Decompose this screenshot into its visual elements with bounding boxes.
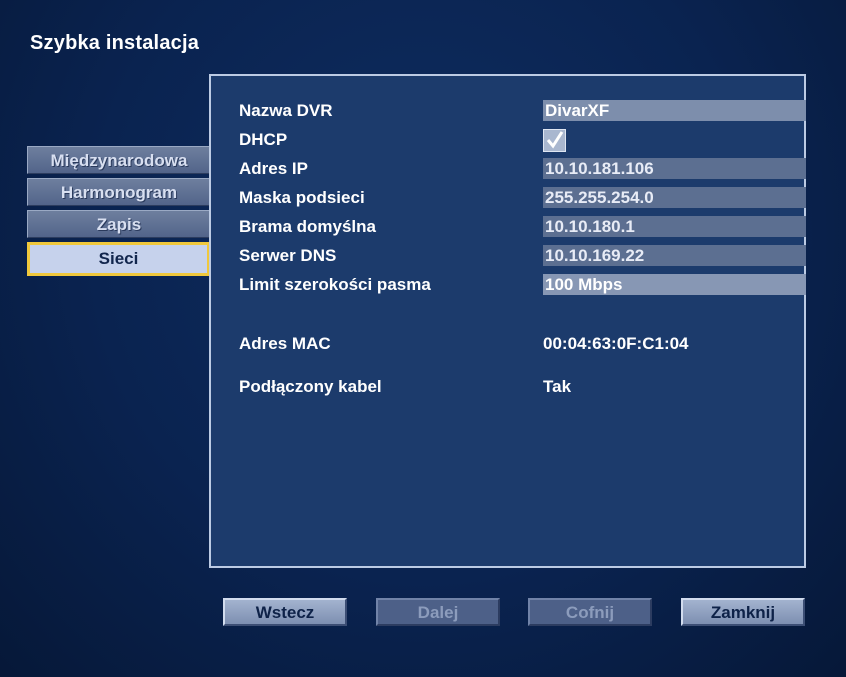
subnet-mask-label: Maska podsieci bbox=[239, 188, 365, 207]
gateway-field[interactable]: 10.10.180.1 bbox=[543, 216, 806, 237]
bandwidth-limit-label: Limit szerokości pasma bbox=[239, 275, 431, 294]
next-button[interactable]: Dalej bbox=[376, 598, 500, 626]
dvr-name-label: Nazwa DVR bbox=[239, 101, 333, 120]
gateway-label: Brama domyślna bbox=[239, 217, 376, 236]
ip-address-row: Adres IP 10.10.181.106 bbox=[239, 158, 806, 180]
dhcp-row: DHCP bbox=[239, 129, 784, 152]
sidebar-item-international[interactable]: Międzynarodowa bbox=[27, 146, 210, 174]
sidebar-item-network[interactable]: Sieci bbox=[27, 242, 210, 276]
dns-server-label: Serwer DNS bbox=[239, 246, 337, 265]
sidebar-item-schedule[interactable]: Harmonogram bbox=[27, 178, 210, 206]
mac-address-value: 00:04:63:0F:C1:04 bbox=[543, 334, 689, 353]
ip-address-field[interactable]: 10.10.181.106 bbox=[543, 158, 806, 179]
dns-server-row: Serwer DNS 10.10.169.22 bbox=[239, 245, 806, 267]
subnet-mask-field[interactable]: 255.255.254.0 bbox=[543, 187, 806, 208]
dvr-name-field[interactable]: DivarXF bbox=[543, 100, 806, 121]
sidebar-menu: Międzynarodowa Harmonogram Zapis Sieci bbox=[27, 146, 210, 280]
cable-connected-label: Podłączony kabel bbox=[239, 377, 382, 396]
dhcp-label: DHCP bbox=[239, 130, 288, 149]
subnet-mask-row: Maska podsieci 255.255.254.0 bbox=[239, 187, 806, 209]
gateway-row: Brama domyślna 10.10.180.1 bbox=[239, 216, 806, 238]
undo-button[interactable]: Cofnij bbox=[528, 598, 652, 626]
sidebar-item-recording[interactable]: Zapis bbox=[27, 210, 210, 238]
dvr-name-row: Nazwa DVR DivarXF bbox=[239, 100, 806, 122]
back-button[interactable]: Wstecz bbox=[223, 598, 347, 626]
cable-connected-value: Tak bbox=[543, 377, 572, 396]
checkmark-icon bbox=[546, 131, 564, 149]
dhcp-checkbox[interactable] bbox=[543, 129, 566, 152]
network-settings-panel: Nazwa DVR DivarXF DHCP Adres IP 10.10.18… bbox=[209, 74, 806, 568]
bandwidth-limit-select[interactable]: 100 Mbps bbox=[543, 274, 806, 295]
mac-address-row: Adres MAC 00:04:63:0F:C1:04 bbox=[239, 333, 784, 355]
bandwidth-limit-row: Limit szerokości pasma 100 Mbps bbox=[239, 274, 806, 296]
dns-server-field[interactable]: 10.10.169.22 bbox=[543, 245, 806, 266]
mac-address-label: Adres MAC bbox=[239, 334, 331, 353]
cable-connected-row: Podłączony kabel Tak bbox=[239, 376, 784, 398]
page-title: Szybka instalacja bbox=[30, 32, 200, 54]
ip-address-label: Adres IP bbox=[239, 159, 308, 178]
close-button[interactable]: Zamknij bbox=[681, 598, 805, 626]
